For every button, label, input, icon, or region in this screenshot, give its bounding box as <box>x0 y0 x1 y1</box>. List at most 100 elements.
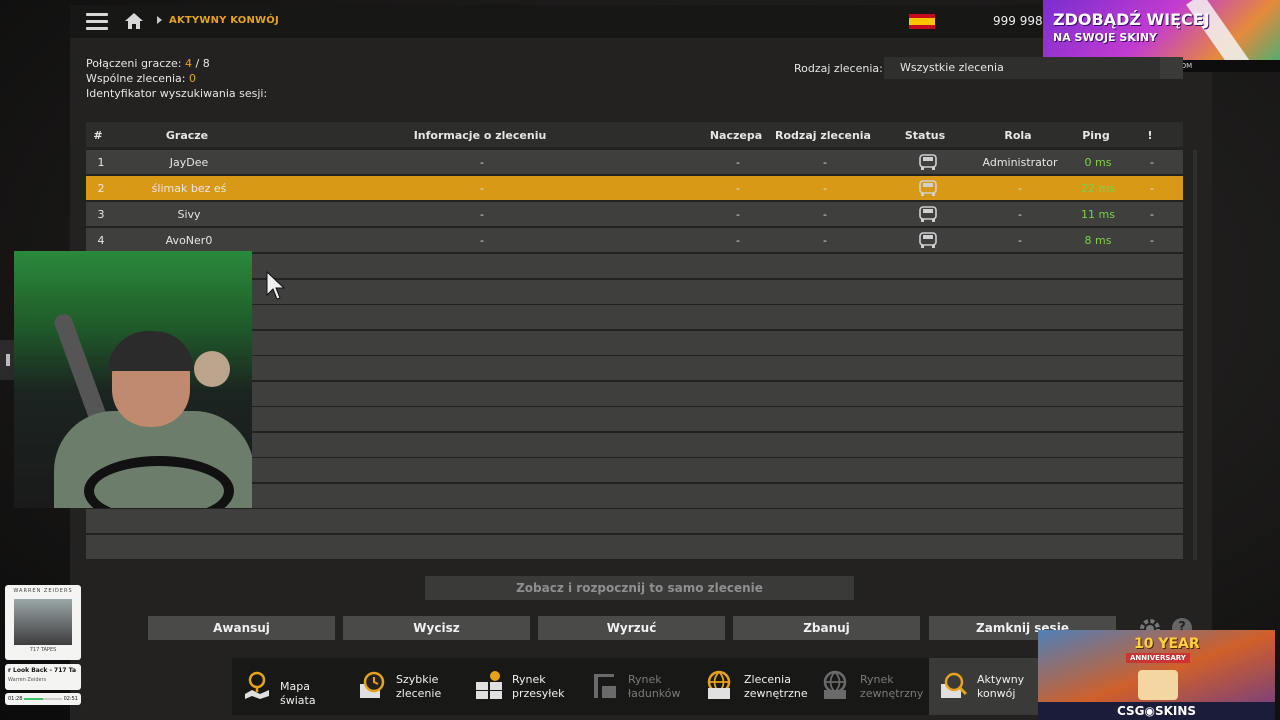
table-scrollbar[interactable] <box>1193 150 1197 560</box>
col-warning[interactable]: ! <box>1147 129 1152 142</box>
nav-label-line1: Aktywny <box>977 673 1025 686</box>
role: - <box>1018 234 1022 247</box>
col-order-info[interactable]: Informacje o zleceniu <box>414 129 547 142</box>
ban-button[interactable]: Zbanuj <box>733 616 920 640</box>
order-info: - <box>480 156 484 169</box>
nav-external-contracts[interactable]: Zlecenia zewnętrzne <box>696 658 811 715</box>
col-number[interactable]: # <box>93 129 102 142</box>
nav-label-line2: zewnętrzne <box>744 687 808 700</box>
album-artist: WARREN ZEIDERS <box>13 588 73 594</box>
table-row[interactable]: 4 AvoNer0 - - - - 8 ms - <box>86 228 1183 252</box>
nav-label-line1: Szybkie <box>396 673 439 686</box>
album-art-image <box>14 599 72 645</box>
row-number: 4 <box>97 234 105 247</box>
warning: - <box>1150 156 1154 169</box>
nav-quick-job[interactable]: Szybkie zlecenie <box>348 658 463 715</box>
nav-label: Mapa świata <box>280 680 316 707</box>
trailer: - <box>736 156 740 169</box>
players-max: 8 <box>202 57 210 70</box>
order-info: - <box>480 208 484 221</box>
order-type-select[interactable]: Wszystkie zlecenia <box>884 57 1160 79</box>
col-trailer[interactable]: Naczepa <box>710 129 762 142</box>
nav-label-line2: zlecenie <box>396 687 442 700</box>
track-progress: 01:28 02:51 <box>5 693 81 705</box>
breadcrumb[interactable]: AKTYWNY KONWÓJ <box>169 15 279 26</box>
table-row[interactable]: 1 JayDee - - - Administrator 0 ms - <box>86 150 1183 174</box>
order-type: - <box>823 234 827 247</box>
ad-subline: NA SWOJE SKINY <box>1053 31 1158 44</box>
empty-row <box>86 535 1183 559</box>
order-type: - <box>823 182 827 195</box>
kick-button[interactable]: Wyrzuć <box>538 616 725 640</box>
warning: - <box>1150 234 1154 247</box>
ping: 11 ms <box>1081 208 1115 221</box>
globe-icon <box>823 670 847 699</box>
nav-label-line1: Rynek <box>860 673 894 686</box>
headphones-image <box>108 331 194 371</box>
ping: 8 ms <box>1084 234 1112 247</box>
session-id-label: Identyfikator wyszukiwania sesji: <box>86 87 268 100</box>
table-row[interactable]: 2 ślimak bez eś - - - - 22 ms - <box>86 176 1183 200</box>
role: - <box>1018 182 1022 195</box>
now-playing-widget: WARREN ZEIDERS 717 TAPES r Look Back - 7… <box>5 585 81 705</box>
col-role[interactable]: Rola <box>1004 129 1031 142</box>
nav-label: Szybkie zlecenie <box>396 673 441 701</box>
role: Administrator <box>982 156 1058 169</box>
mute-button[interactable]: Wycisz <box>343 616 530 640</box>
convoy-icon <box>941 672 968 698</box>
truck-front-icon <box>919 206 937 222</box>
players-label: Połączeni gracze: <box>86 57 182 70</box>
table-header: # Gracze Informacje o zleceniu Naczepa R… <box>86 122 1183 147</box>
ad-banner-bottom[interactable]: 10 YEAR ANNIVERSARY CSG◉SKINS <box>1038 630 1275 720</box>
ad-anniversary: ANNIVERSARY <box>1126 653 1190 663</box>
shared-orders-value: 0 <box>189 72 196 85</box>
nav-label-line2: ładunków <box>628 687 681 700</box>
player-name: JayDee <box>169 156 209 169</box>
nav-active-convoy[interactable]: Aktywny konwój <box>929 658 1038 715</box>
ping: 0 ms <box>1084 156 1112 169</box>
map-icon <box>245 671 269 699</box>
album-title: 717 TAPES <box>29 647 57 653</box>
nav-freight-market[interactable]: Rynek przesyłek <box>464 658 579 715</box>
track-info: r Look Back - 717 Ta Warren Zeiders <box>5 664 81 690</box>
webcam-overlay <box>14 251 252 508</box>
nav-label: Rynek ładunków <box>628 673 681 701</box>
nav-label: Zlecenia zewnętrzne <box>744 673 808 701</box>
nav-label-line1: Zlecenia <box>744 673 791 686</box>
promote-button[interactable]: Awansuj <box>148 616 335 640</box>
track-title: r Look Back - 717 Ta <box>8 667 77 674</box>
order-info: - <box>480 182 484 195</box>
col-status[interactable]: Status <box>905 129 945 142</box>
player-name: AvoNer0 <box>165 234 213 247</box>
truck-front-icon <box>919 232 937 248</box>
row-number: 1 <box>97 156 105 169</box>
empty-row <box>86 509 1183 533</box>
album-cover: WARREN ZEIDERS 717 TAPES <box>5 585 81 660</box>
table-row[interactable]: 3 Sivy - - - - 11 ms - <box>86 202 1183 226</box>
truck-front-icon <box>919 180 937 196</box>
boxes-icon <box>476 671 502 699</box>
progress-bar <box>24 698 62 700</box>
cake-image <box>1138 670 1178 700</box>
col-order-type[interactable]: Rodzaj zlecenia <box>775 129 871 142</box>
truck-front-icon <box>919 154 937 170</box>
side-handle-icon[interactable] <box>0 340 14 380</box>
trailer: - <box>736 234 740 247</box>
mouse-cursor-icon <box>266 271 286 300</box>
order-type: - <box>823 156 827 169</box>
crane-icon <box>594 674 616 698</box>
elapsed-time: 01:28 <box>8 696 23 702</box>
nav-world-map[interactable]: Mapa świata <box>232 658 347 715</box>
spain-flag-icon <box>909 14 935 29</box>
home-icon[interactable] <box>124 12 144 30</box>
nav-cargo-market[interactable]: Rynek ładunków <box>580 658 695 715</box>
progress-fill <box>24 698 43 700</box>
col-ping[interactable]: Ping <box>1082 129 1110 142</box>
dropdown-button[interactable] <box>1160 57 1183 79</box>
total-time: 02:51 <box>63 696 78 702</box>
nav-external-market[interactable]: Rynek zewnętrzny <box>812 658 927 715</box>
hamburger-menu-icon[interactable] <box>86 13 108 31</box>
breadcrumb-arrow-icon <box>157 16 162 24</box>
view-and-start-order-button[interactable]: Zobacz i rozpocznij to samo zlecenie <box>425 576 854 600</box>
col-players[interactable]: Gracze <box>166 129 208 142</box>
